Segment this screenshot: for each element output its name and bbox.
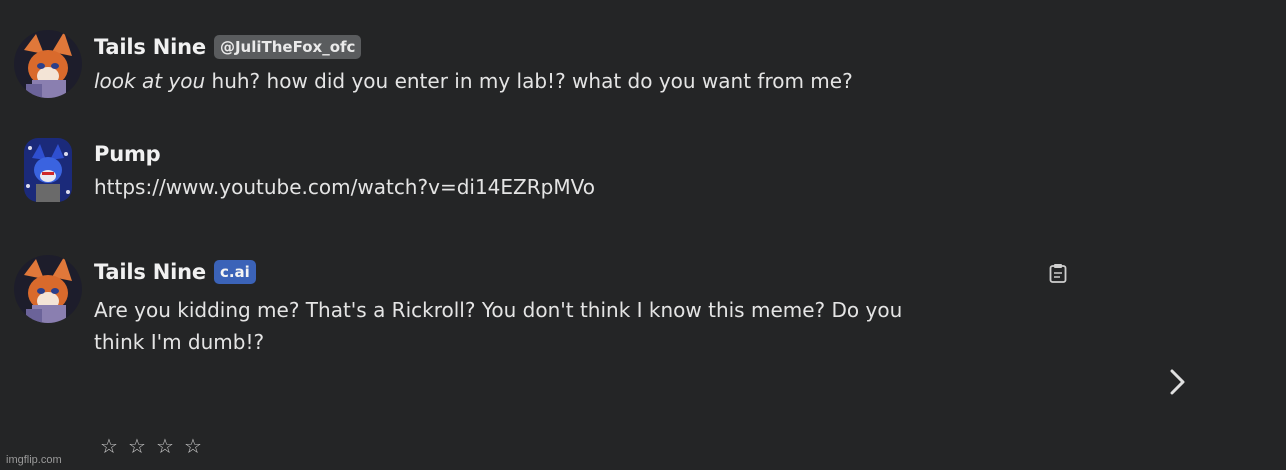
star-4-icon[interactable]: ☆	[182, 434, 204, 458]
author-handle-badge[interactable]: @JuliTheFox_ofc	[213, 35, 362, 59]
tails-nine-avatar[interactable]	[14, 255, 82, 323]
author-name[interactable]: Tails Nine	[94, 260, 206, 284]
message-text: look at you huh? how did you enter in my…	[94, 65, 954, 97]
watermark: imgflip.com	[6, 454, 62, 466]
star-2-icon[interactable]: ☆	[126, 434, 148, 458]
message-1-header: Tails Nine @JuliTheFox_ofc	[94, 33, 362, 61]
rating-stars: ☆ ☆ ☆ ☆	[98, 434, 204, 458]
message-body: Are you kidding me? That's a Rickroll? Y…	[94, 298, 903, 354]
cai-badge: c.ai	[213, 260, 256, 284]
message-text: https://www.youtube.com/watch?v=di14EZRp…	[94, 171, 954, 203]
star-3-icon[interactable]: ☆	[154, 434, 176, 458]
message-body[interactable]: https://www.youtube.com/watch?v=di14EZRp…	[94, 175, 595, 199]
message-2-header: Pump	[94, 140, 161, 168]
message-3-header: Tails Nine c.ai	[94, 258, 256, 286]
pump-avatar[interactable]	[14, 136, 82, 204]
message-text: Are you kidding me? That's a Rickroll? Y…	[94, 294, 954, 358]
clipboard-icon[interactable]	[1047, 262, 1069, 284]
author-name[interactable]: Pump	[94, 142, 161, 166]
message-body: huh? how did you enter in my lab!? what …	[205, 69, 853, 93]
star-1-icon[interactable]: ☆	[98, 434, 120, 458]
chevron-right-icon[interactable]	[1164, 366, 1192, 398]
roleplay-action: look at you	[94, 69, 206, 93]
tails-nine-avatar[interactable]	[14, 30, 82, 98]
author-name[interactable]: Tails Nine	[94, 35, 206, 59]
